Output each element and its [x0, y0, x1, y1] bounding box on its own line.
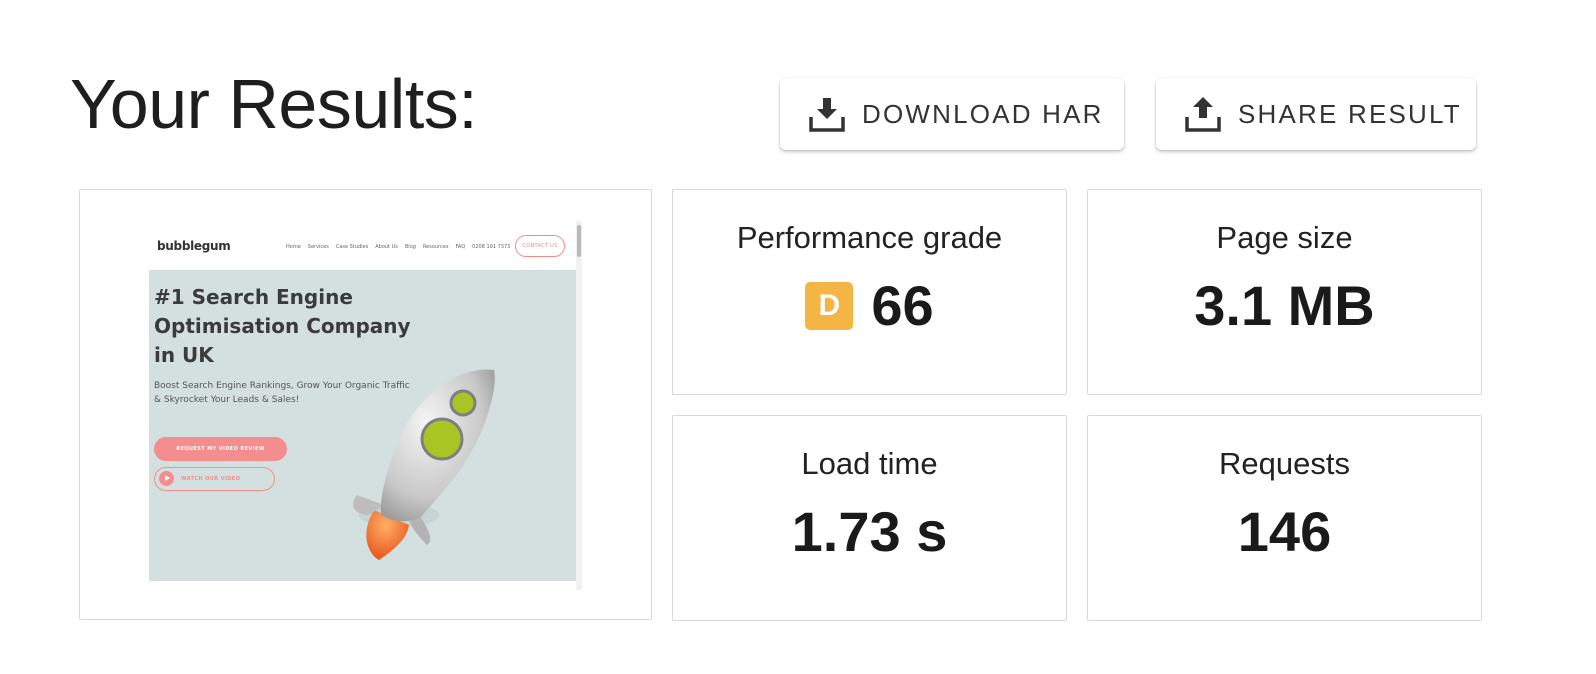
requests-value: 146	[1237, 500, 1332, 563]
page-title: Your Results:	[70, 65, 478, 143]
page-size-label: Page size	[1216, 220, 1353, 255]
download-icon	[808, 95, 846, 133]
rocket-illustration	[353, 369, 495, 560]
grade-badge: D	[805, 282, 854, 330]
load-time-value: 1.73 s	[791, 500, 948, 563]
thumbnail-nav-link: Services	[307, 244, 329, 250]
thumbnail-hero: #1 Search Engine Optimisation Company in…	[149, 270, 576, 581]
thumbnail-nav-link: FAQ	[455, 244, 466, 250]
thumbnail-heading: #1 Search Engine Optimisation Company in…	[154, 285, 411, 367]
download-har-button[interactable]: DOWNLOAD HAR	[780, 78, 1124, 150]
requests-label: Requests	[1219, 446, 1350, 481]
performance-grade-row: D 66	[673, 274, 1066, 338]
thumbnail-nav-link: About Us	[375, 244, 398, 250]
thumbnail-nav-link: Resources	[422, 244, 449, 250]
thumbnail-scrollbar	[576, 221, 582, 590]
performance-grade-card: Performance grade D 66	[672, 189, 1067, 395]
thumbnail-watch-button: WATCH OUR VIDEO	[154, 467, 275, 491]
page-screenshot-card: bubblegum Home Services Case Studies Abo…	[79, 189, 652, 620]
thumbnail-watch-label: WATCH OUR VIDEO	[181, 476, 241, 482]
performance-score: 66	[871, 274, 934, 337]
page-size-value: 3.1 MB	[1194, 274, 1375, 337]
performance-grade-label: Performance grade	[736, 220, 1003, 255]
thumbnail-navbar: bubblegum Home Services Case Studies Abo…	[149, 221, 576, 271]
website-thumbnail: bubblegum Home Services Case Studies Abo…	[149, 221, 582, 590]
thumbnail-nav-link: Case Studies	[335, 244, 369, 250]
thumbnail-nav-link: Home	[286, 244, 301, 250]
requests-card: Requests 146	[1087, 415, 1482, 621]
thumbnail-cta-button: REQUEST MY VIDEO REVIEW	[154, 437, 287, 461]
load-time-label: Load time	[801, 446, 938, 481]
thumbnail-contact-button: CONTACT US	[515, 235, 565, 257]
thumbnail-nav-links: Home Services Case Studies About Us Blog…	[286, 244, 510, 250]
thumbnail-scrollbar-thumb	[577, 225, 581, 257]
play-icon	[159, 471, 174, 486]
page-size-card: Page size 3.1 MB	[1087, 189, 1482, 395]
upload-icon	[1184, 95, 1222, 133]
download-har-label: DOWNLOAD HAR	[862, 98, 1104, 129]
load-time-card: Load time 1.73 s	[672, 415, 1067, 621]
thumbnail-nav-link: Blog	[404, 244, 416, 250]
thumbnail-phone: 0208 191 7373	[472, 244, 511, 250]
share-result-label: SHARE RESULT	[1238, 98, 1462, 129]
share-result-button[interactable]: SHARE RESULT	[1156, 78, 1476, 150]
thumbnail-logo: bubblegum	[157, 239, 231, 253]
